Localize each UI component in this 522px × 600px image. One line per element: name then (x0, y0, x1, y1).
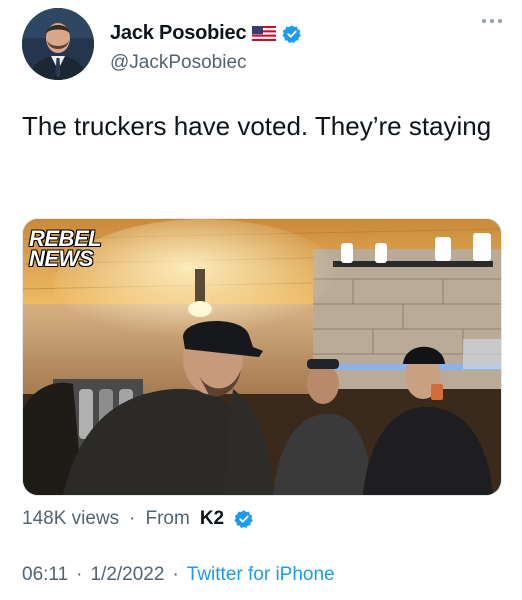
verified-badge-icon (282, 24, 302, 43)
separator: · (129, 508, 136, 529)
separator: · (76, 564, 83, 585)
verified-badge-icon (234, 510, 253, 528)
tweet-text: The truckers have voted. They’re staying (22, 111, 492, 141)
post-date[interactable]: 1/2/2022 (90, 564, 164, 586)
avatar[interactable] (22, 8, 94, 80)
tweet-media[interactable]: REBEL NEWS (22, 218, 502, 496)
from-label: From (145, 508, 190, 529)
tweet-timestamp: 06:11 · 1/2/2022 · Twitter for iPhone (22, 564, 335, 586)
client-source-link[interactable]: Twitter for iPhone (187, 564, 335, 586)
handle[interactable]: @JackPosobiec (110, 52, 247, 74)
via-account-link[interactable]: K2 (200, 508, 224, 530)
more-options-icon[interactable] (478, 14, 506, 28)
us-flag-icon (252, 26, 277, 41)
separator: · (172, 564, 179, 585)
display-name[interactable]: Jack Posobiec (110, 22, 247, 45)
tweet-stats: 148K views · From K2 (22, 508, 254, 530)
avatar-image (22, 8, 94, 80)
view-count: 148K views (22, 508, 120, 529)
tweet-header: Jack Posobiec @JackPosobiec (20, 8, 506, 82)
rebel-news-watermark: REBEL NEWS (29, 226, 102, 271)
post-time[interactable]: 06:11 (22, 564, 68, 586)
